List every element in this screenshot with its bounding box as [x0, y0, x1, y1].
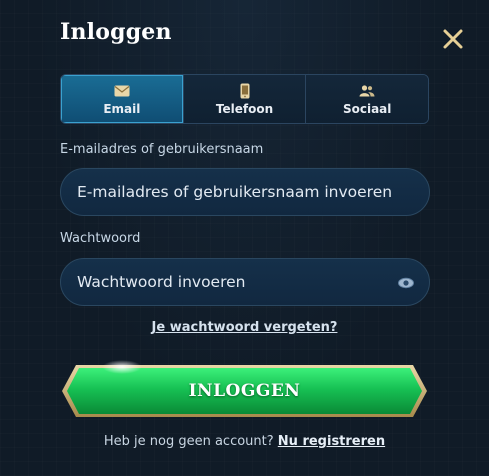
register-prompt: Heb je nog geen account? Nu registreren — [0, 434, 489, 449]
forgot-password-row: Je wachtwoord vergeten? — [0, 320, 489, 335]
username-input[interactable]: E-mailadres of gebruikersnaam invoeren — [60, 168, 430, 216]
page-title: Inloggen — [60, 19, 172, 45]
password-placeholder: Wachtwoord invoeren — [77, 273, 246, 291]
login-button-label[interactable]: INLOGGEN — [67, 368, 422, 414]
phone-icon — [240, 83, 250, 99]
people-icon — [359, 83, 375, 99]
close-icon[interactable] — [440, 26, 466, 52]
login-method-tabs: Email Telefoon Sociaal — [60, 74, 429, 124]
username-label: E-mailadres of gebruikersnaam — [60, 142, 264, 157]
username-placeholder: E-mailadres of gebruikersnaam invoeren — [77, 183, 393, 201]
tab-phone-label: Telefoon — [215, 101, 274, 116]
login-button[interactable]: INLOGGEN — [62, 360, 427, 417]
forgot-password-link[interactable]: Je wachtwoord vergeten? — [152, 320, 338, 335]
tab-social[interactable]: Sociaal — [306, 75, 428, 123]
register-link[interactable]: Nu registreren — [278, 434, 385, 449]
envelope-icon — [114, 83, 130, 99]
register-prompt-text: Heb je nog geen account? — [103, 434, 274, 449]
tab-email-label: Email — [103, 101, 141, 116]
sparkle-decoration — [102, 360, 142, 374]
tab-social-label: Sociaal — [342, 101, 392, 116]
password-label: Wachtwoord — [60, 231, 141, 246]
password-input[interactable]: Wachtwoord invoeren — [60, 258, 430, 306]
tab-phone[interactable]: Telefoon — [183, 75, 307, 123]
tab-email[interactable]: Email — [61, 75, 184, 123]
eye-icon[interactable] — [397, 274, 415, 292]
